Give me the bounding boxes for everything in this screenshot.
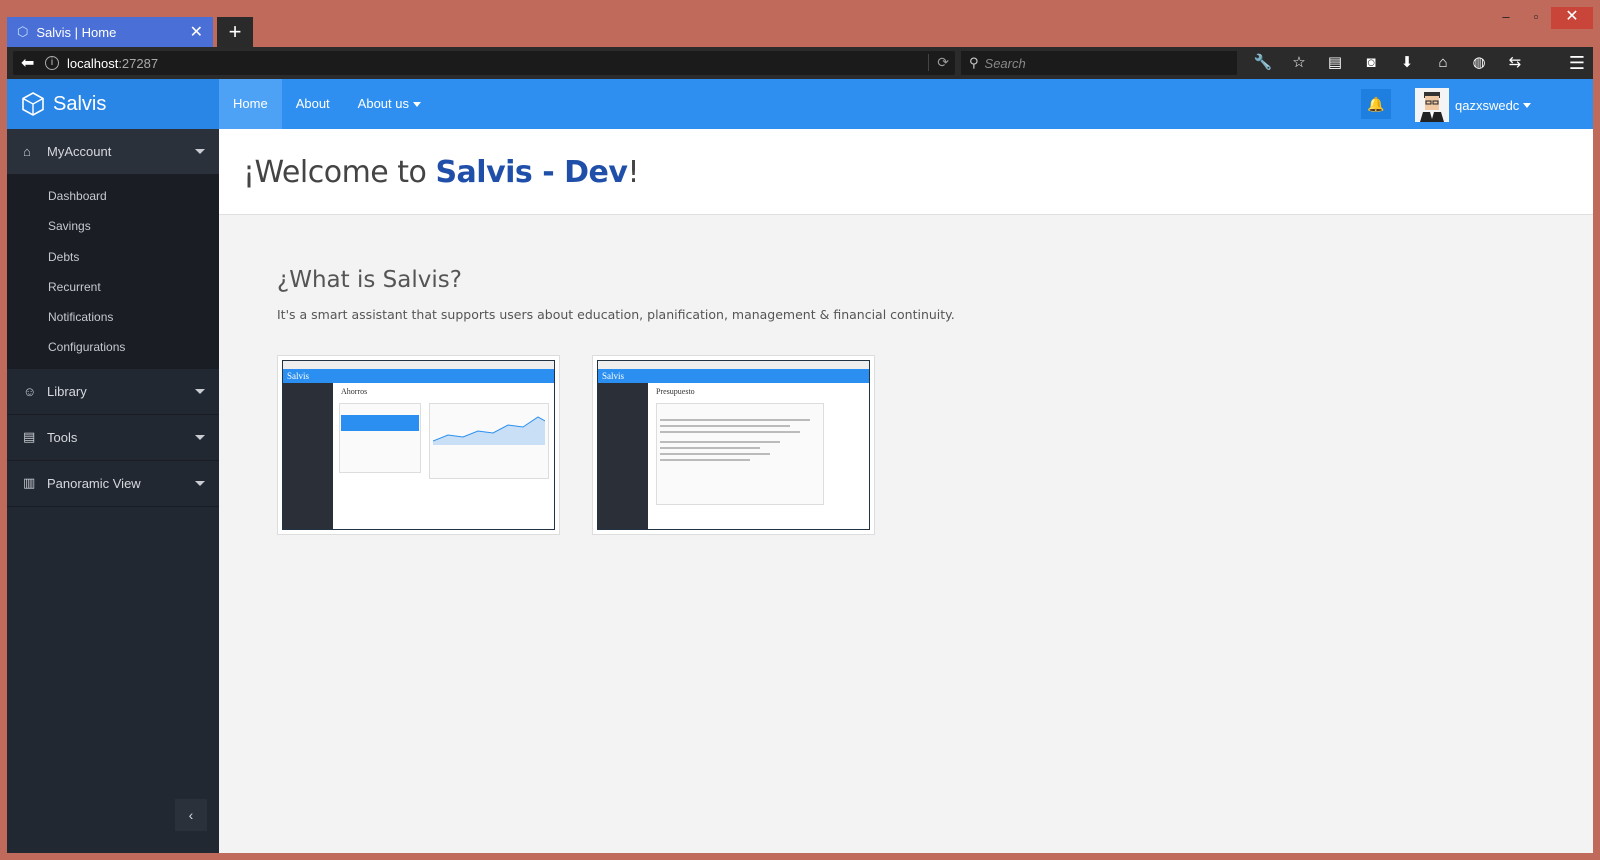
- search-placeholder: Search: [984, 55, 1026, 71]
- section-heading: ¿What is Salvis?: [277, 267, 462, 293]
- screenshot-brand: Salvis: [602, 371, 625, 381]
- bell-icon[interactable]: 🔔: [1361, 89, 1391, 119]
- app-header: Salvis Home About About us 🔔 qazxswedc: [7, 79, 1593, 129]
- collapse-sidebar-button[interactable]: ‹: [175, 799, 207, 831]
- sidebar-item-dashboard[interactable]: Dashboard: [7, 181, 219, 211]
- sidebar-item-tools[interactable]: ▤ Tools: [7, 415, 219, 461]
- welcome-suffix: !: [627, 155, 639, 190]
- screenshot-image: Salvis Presupuesto: [597, 360, 870, 530]
- caret-down-icon: [413, 102, 421, 108]
- welcome-banner: ¡Welcome to Salvis - Dev!: [219, 129, 1593, 215]
- welcome-prefix: ¡Welcome to: [243, 155, 436, 190]
- screenshot-gallery: Salvis Ahorros Salvis Presupuesto: [277, 355, 907, 535]
- wrench-icon[interactable]: 🔧: [1245, 51, 1281, 75]
- hexagon-icon: ⬡: [17, 24, 29, 39]
- sidebar-item-savings[interactable]: Savings: [7, 211, 219, 241]
- nav-about[interactable]: About: [282, 79, 344, 129]
- browser-toolbar: ⬅ i localhost :27287 ⟳ ⚲ Search 🔧 ☆ ▤ ◙ …: [7, 47, 1593, 79]
- sidebar-item-configurations[interactable]: Configurations: [7, 332, 219, 362]
- info-icon[interactable]: i: [45, 56, 59, 70]
- screenshot-title: Ahorros: [341, 387, 368, 396]
- minimize-icon[interactable]: –: [1491, 7, 1521, 29]
- cube-icon: [22, 92, 44, 116]
- sidebar-item-panoramic-view[interactable]: ▥ Panoramic View: [7, 461, 219, 507]
- nav-home[interactable]: Home: [219, 79, 282, 129]
- home-icon: ⌂: [23, 144, 31, 159]
- reload-icon[interactable]: ⟳: [928, 54, 949, 71]
- screenshot-image: Salvis Ahorros: [282, 360, 555, 530]
- brand-logo[interactable]: Salvis: [7, 79, 219, 129]
- window-controls: – ▫ ✕: [1491, 7, 1593, 33]
- maximize-icon[interactable]: ▫: [1521, 7, 1551, 29]
- sidebar-item-notifications[interactable]: Notifications: [7, 302, 219, 332]
- nav-about-us-label: About us: [357, 96, 409, 111]
- sidebar-item-recurrent[interactable]: Recurrent: [7, 272, 219, 302]
- menu-icon[interactable]: ☰: [1569, 51, 1585, 75]
- page-title: ¡Welcome to Salvis - Dev!: [243, 155, 639, 190]
- about-section: ¿What is Salvis? It's a smart assistant …: [277, 267, 955, 322]
- avatar: [1415, 88, 1449, 122]
- sidebar-item-myaccount[interactable]: ⌂ MyAccount: [7, 129, 219, 175]
- star-icon[interactable]: ☆: [1281, 51, 1317, 75]
- search-icon: ⚲: [969, 55, 979, 70]
- sidebar: ⌂ MyAccount Dashboard Savings Debts Recu…: [7, 129, 219, 853]
- close-tab-icon[interactable]: ✕: [190, 22, 203, 42]
- sidebar-item-library[interactable]: ☺ Library: [7, 369, 219, 415]
- home-icon[interactable]: ⌂: [1425, 51, 1461, 75]
- address-bar[interactable]: ⬅ i localhost :27287 ⟳: [13, 51, 955, 75]
- url-port: :27287: [118, 55, 159, 71]
- caret-down-icon: [195, 434, 205, 440]
- browser-tab[interactable]: ⬡ Salvis | Home ✕: [7, 17, 213, 47]
- bar-chart-icon: ▥: [23, 475, 36, 491]
- reading-list-icon[interactable]: ▤: [1317, 51, 1353, 75]
- sidebar-item-label: Library: [47, 383, 87, 399]
- close-window-icon[interactable]: ✕: [1551, 7, 1593, 29]
- title-bar: ⬡ Salvis | Home ✕ + – ▫ ✕: [7, 7, 1593, 47]
- nav-about-us[interactable]: About us: [344, 79, 435, 129]
- section-description: It's a smart assistant that supports use…: [277, 307, 955, 322]
- caret-down-icon: [195, 388, 205, 394]
- url-host: localhost: [67, 55, 119, 71]
- screenshot-thumbnail[interactable]: Salvis Ahorros: [277, 355, 560, 535]
- username: qazxswedc: [1455, 97, 1520, 113]
- search-input[interactable]: ⚲ Search: [961, 51, 1237, 75]
- tab-title: Salvis | Home: [36, 24, 117, 40]
- globe-icon[interactable]: ◍: [1461, 51, 1497, 75]
- download-icon[interactable]: ⬇: [1389, 51, 1425, 75]
- brand-name: Salvis: [53, 92, 107, 115]
- sidebar-item-label: Tools: [47, 429, 78, 445]
- screenshot-thumbnail[interactable]: Salvis Presupuesto: [592, 355, 875, 535]
- screenshot-brand: Salvis: [287, 371, 310, 381]
- sidebar-item-label: MyAccount: [47, 144, 112, 159]
- user-menu[interactable]: qazxswedc: [1415, 87, 1532, 123]
- top-nav: Home About About us: [219, 79, 435, 129]
- sidebar-item-label: Panoramic View: [47, 475, 141, 491]
- caret-down-icon: [195, 149, 205, 154]
- caret-down-icon: [1523, 102, 1532, 108]
- sync-icon[interactable]: ⇆: [1497, 51, 1533, 75]
- list-icon: ▤: [23, 429, 36, 445]
- new-tab-button[interactable]: +: [217, 17, 253, 47]
- browser-window: ⬡ Salvis | Home ✕ + – ▫ ✕ ⬅ i localhost …: [7, 7, 1593, 853]
- sidebar-item-debts[interactable]: Debts: [7, 242, 219, 272]
- caret-down-icon: [195, 480, 205, 486]
- app: Salvis Home About About us 🔔 qazxswedc ⌂…: [7, 79, 1593, 853]
- myaccount-submenu: Dashboard Savings Debts Recurrent Notifi…: [7, 175, 219, 369]
- pocket-icon[interactable]: ◙: [1353, 51, 1389, 75]
- smile-icon: ☺: [23, 383, 37, 399]
- toolbar-icons: 🔧 ☆ ▤ ◙ ⬇ ⌂ ◍ ⇆: [1245, 51, 1533, 75]
- back-arrow-icon[interactable]: ⬅: [21, 53, 45, 73]
- screenshot-title: Presupuesto: [656, 387, 695, 396]
- welcome-brand: Salvis - Dev: [435, 155, 628, 190]
